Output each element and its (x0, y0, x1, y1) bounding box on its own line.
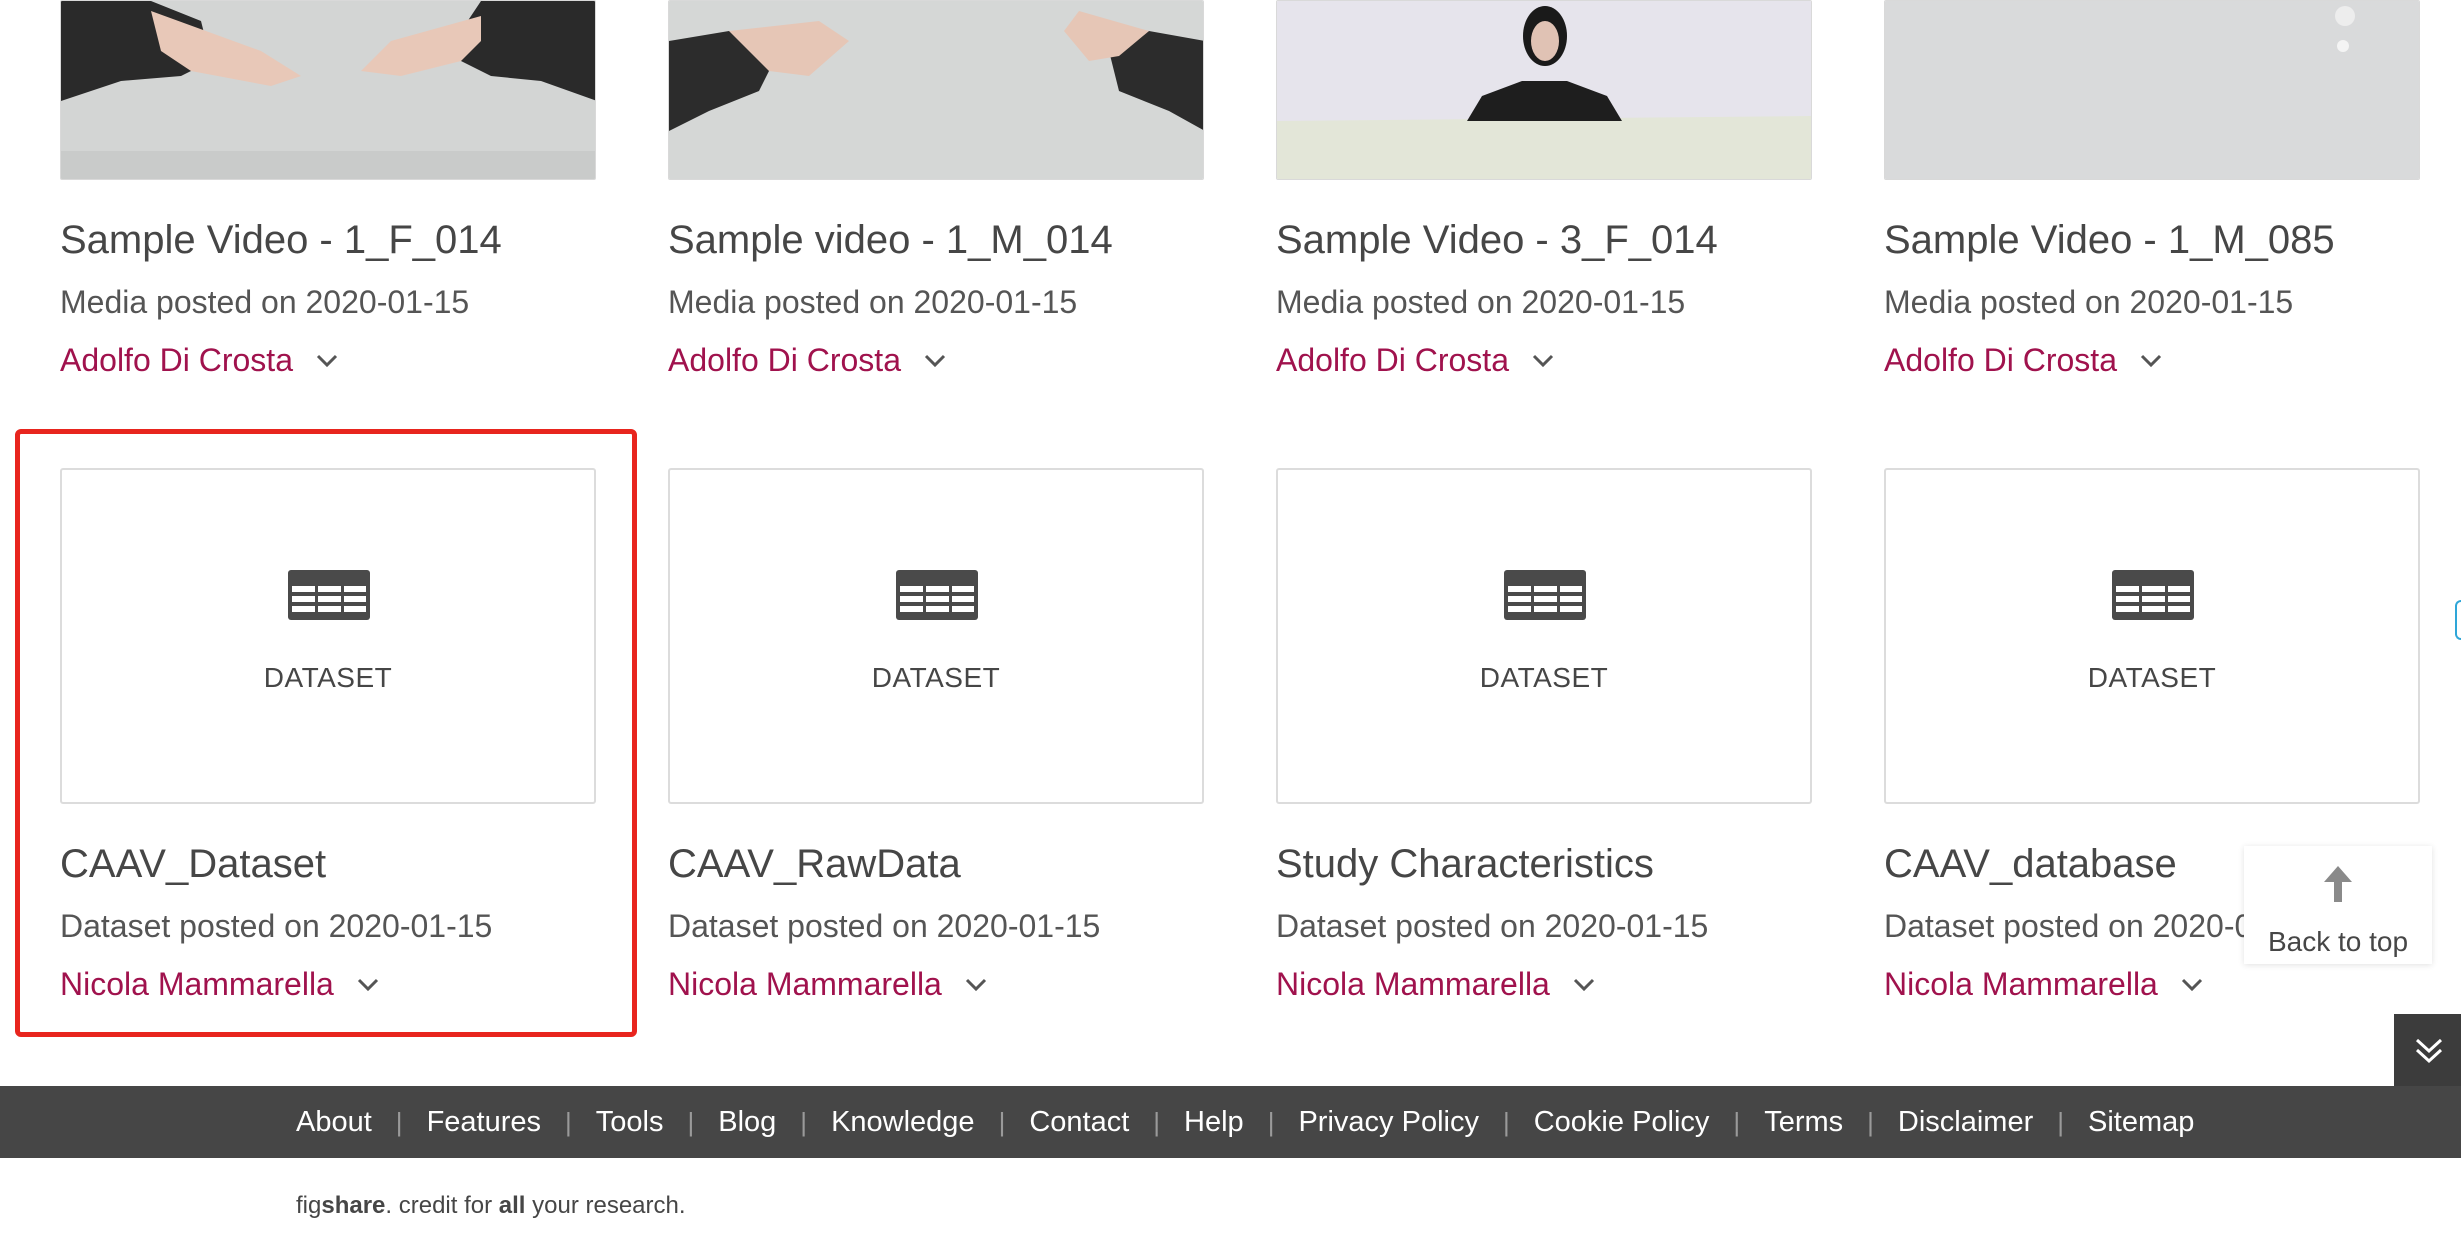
footer-separator: | (2057, 1106, 2065, 1137)
author-name[interactable]: Adolfo Di Crosta (60, 342, 293, 379)
selection-highlight (15, 429, 637, 1037)
posted-date: Dataset posted on 2020-01-15 (1276, 908, 1709, 944)
footer-separator: | (1867, 1106, 1874, 1137)
chevron-down-icon[interactable] (923, 353, 947, 369)
footer-link-about[interactable]: About (296, 1106, 372, 1139)
author-link[interactable]: Nicola Mammarella (668, 966, 988, 1003)
item-type-label: DATASET (871, 662, 1001, 693)
footer-link-privacy-policy[interactable]: Privacy Policy (1298, 1106, 1479, 1139)
chevron-down-icon[interactable] (2139, 353, 2163, 369)
author-name[interactable]: Adolfo Di Crosta (668, 342, 901, 379)
video-thumbnail[interactable] (1884, 0, 2420, 180)
footer-link-blog[interactable]: Blog (718, 1106, 776, 1139)
item-title[interactable]: Sample Video - 3_F_014 (1276, 218, 1718, 263)
footer-link-disclaimer[interactable]: Disclaimer (1898, 1106, 2033, 1139)
video-thumbnail[interactable] (668, 0, 1204, 180)
table-icon (896, 570, 978, 620)
dataset-thumbnail[interactable]: DATASET (668, 468, 1204, 804)
video-thumbnail[interactable] (60, 0, 596, 180)
brand-share: share (321, 1192, 386, 1219)
posted-date: Media posted on 2020-01-15 (1276, 284, 1686, 320)
item-title[interactable]: Sample video - 1_M_014 (668, 218, 1113, 263)
posted-date: Media posted on 2020-01-15 (1884, 284, 2294, 320)
side-accent (2455, 600, 2461, 640)
dataset-thumbnail[interactable]: DATASET (1884, 468, 2420, 804)
chevron-down-icon[interactable] (2180, 977, 2204, 993)
footer-separator: | (1733, 1106, 1741, 1137)
author-name[interactable]: Nicola Mammarella (1884, 966, 2158, 1003)
author-link[interactable]: Adolfo Di Crosta (60, 342, 339, 379)
footer-separator: | (687, 1106, 695, 1137)
item-type-label: DATASET (2087, 662, 2217, 693)
footer-link-features[interactable]: Features (427, 1106, 541, 1139)
footer-link-sitemap[interactable]: Sitemap (2088, 1106, 2194, 1139)
collapse-footer-button[interactable] (2394, 1014, 2461, 1086)
arrow-up-icon (2324, 866, 2352, 902)
footer-link-help[interactable]: Help (1184, 1106, 1244, 1139)
footer-separator: | (1153, 1106, 1161, 1137)
posted-date: Dataset posted on 2020-01-15 (668, 908, 1101, 944)
chevron-down-icon[interactable] (1531, 353, 1555, 369)
item-type-label: DATASET (1479, 662, 1609, 693)
item-title[interactable]: Sample Video - 1_M_085 (1884, 218, 2335, 263)
video-thumbnail[interactable] (1276, 0, 1812, 180)
footer-separator: | (1502, 1106, 1510, 1137)
author-link[interactable]: Adolfo Di Crosta (668, 342, 947, 379)
author-link[interactable]: Nicola Mammarella (1884, 966, 2204, 1003)
chevron-down-icon[interactable] (315, 353, 339, 369)
author-name[interactable]: Nicola Mammarella (668, 966, 942, 1003)
item-title[interactable]: Study Characteristics (1276, 842, 1654, 887)
footer-link-cookie-policy[interactable]: Cookie Policy (1534, 1106, 1710, 1139)
item-title[interactable]: CAAV_RawData (668, 842, 961, 887)
footer-separator: | (800, 1106, 808, 1137)
item-title[interactable]: CAAV_database (1884, 842, 2177, 887)
chevron-down-icon[interactable] (1572, 977, 1596, 993)
tagline-text-1: . credit for (385, 1192, 499, 1219)
footer-link-contact[interactable]: Contact (1029, 1106, 1129, 1139)
chevron-down-icon[interactable] (964, 977, 988, 993)
footer-separator: | (1267, 1106, 1275, 1137)
author-name[interactable]: Adolfo Di Crosta (1276, 342, 1509, 379)
footer-link-knowledge[interactable]: Knowledge (831, 1106, 975, 1139)
footer-bar: About | Features | Tools | Blog | Knowle… (0, 1086, 2461, 1158)
table-icon (1504, 570, 1586, 620)
footer-separator: | (998, 1106, 1006, 1137)
author-link[interactable]: Adolfo Di Crosta (1276, 342, 1555, 379)
back-to-top-button[interactable]: Back to top (2244, 846, 2432, 964)
author-name[interactable]: Adolfo Di Crosta (1884, 342, 2117, 379)
footer-links: About | Features | Tools | Blog | Knowle… (296, 1086, 2194, 1158)
footer-link-tools[interactable]: Tools (596, 1106, 664, 1139)
double-chevron-down-icon (2415, 1038, 2443, 1064)
posted-date: Dataset posted on 2020-0 (1884, 908, 2253, 944)
footer-separator: | (565, 1106, 572, 1137)
posted-date: Media posted on 2020-01-15 (60, 284, 470, 320)
tagline-text-2: your research. (525, 1192, 686, 1219)
footer-separator: | (395, 1106, 403, 1137)
item-title[interactable]: Sample Video - 1_F_014 (60, 218, 502, 263)
author-link[interactable]: Nicola Mammarella (1276, 966, 1596, 1003)
tagline-all: all (498, 1192, 526, 1219)
dataset-thumbnail[interactable]: DATASET (1276, 468, 1812, 804)
footer-link-terms[interactable]: Terms (1764, 1106, 1843, 1139)
posted-date: Media posted on 2020-01-15 (668, 284, 1078, 320)
back-to-top-label: Back to top (2267, 926, 2409, 957)
author-link[interactable]: Adolfo Di Crosta (1884, 342, 2163, 379)
table-icon (2112, 570, 2194, 620)
brand-fig: fig (296, 1192, 322, 1219)
author-name[interactable]: Nicola Mammarella (1276, 966, 1550, 1003)
footer-tagline: figshare. credit for all your research. (296, 1192, 686, 1220)
